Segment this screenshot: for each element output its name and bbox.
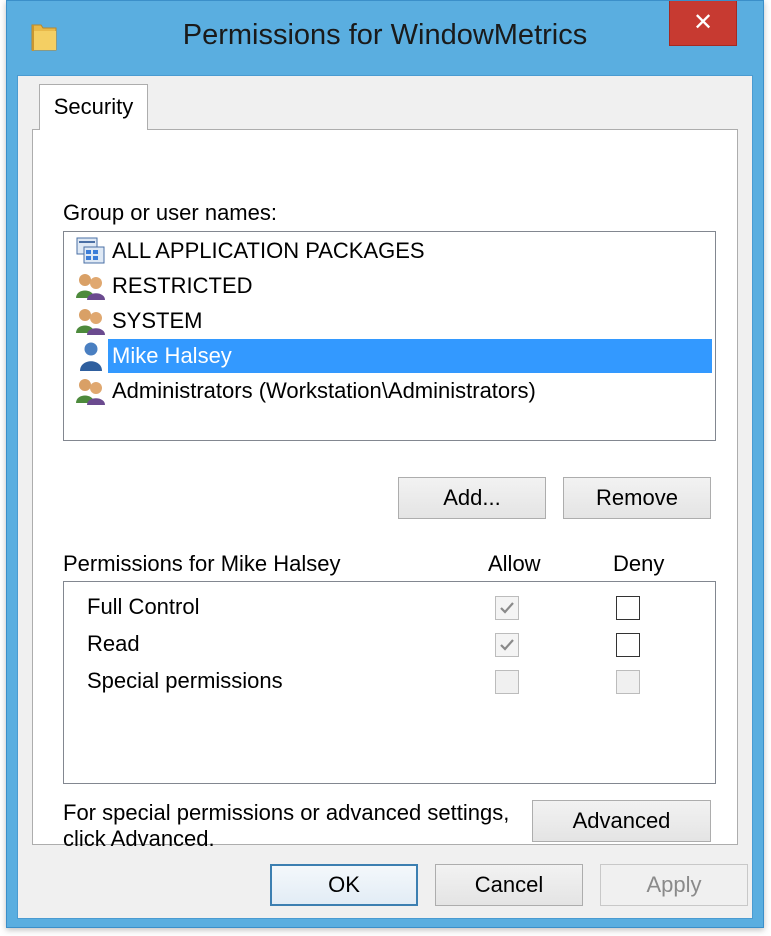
- title-bar[interactable]: Permissions for WindowMetrics ✕: [7, 1, 763, 75]
- remove-button[interactable]: Remove: [563, 477, 711, 519]
- list-item-label: Administrators (Workstation\Administrato…: [112, 378, 536, 403]
- cancel-button[interactable]: Cancel: [435, 864, 583, 906]
- table-row: Full Control: [64, 590, 715, 626]
- permissions-for-label: Permissions for Mike Halsey: [63, 551, 341, 576]
- user-icon: [74, 341, 108, 371]
- table-row: Read: [64, 627, 715, 663]
- dialog-client-area: Security Group or user names: ALL APPLIC…: [17, 75, 753, 919]
- list-item-selected[interactable]: Mike Halsey: [74, 339, 712, 373]
- add-button[interactable]: Add...: [398, 477, 546, 519]
- user-group-icon: [74, 271, 108, 301]
- advanced-button[interactable]: Advanced: [532, 800, 711, 842]
- read-allow-checkbox[interactable]: [495, 633, 519, 657]
- user-group-icon: [74, 306, 108, 336]
- permission-name: Special permissions: [87, 668, 283, 693]
- advanced-note: For special permissions or advanced sett…: [63, 800, 509, 852]
- read-deny-checkbox[interactable]: [616, 633, 640, 657]
- advanced-note-line2: click Advanced.: [63, 826, 215, 851]
- permissions-list: Full Control Read Special permissions: [63, 581, 716, 784]
- security-tab-panel: Group or user names: ALL APPLICATION PAC…: [32, 129, 738, 851]
- permissions-dialog: Permissions for WindowMetrics ✕ Security…: [6, 0, 764, 928]
- window-title: Permissions for WindowMetrics: [182, 19, 588, 51]
- close-button[interactable]: ✕: [669, 1, 737, 46]
- list-item-label: RESTRICTED: [112, 273, 253, 298]
- permission-name: Full Control: [87, 594, 200, 619]
- apply-button[interactable]: Apply: [600, 864, 748, 906]
- ok-button[interactable]: OK: [270, 864, 418, 906]
- deny-column-header: Deny: [613, 551, 665, 576]
- permission-name: Read: [87, 631, 140, 656]
- list-item-label: SYSTEM: [112, 308, 203, 333]
- advanced-note-line1: For special permissions or advanced sett…: [63, 800, 510, 825]
- table-row: Special permissions: [64, 664, 715, 700]
- list-item[interactable]: Administrators (Workstation\Administrato…: [74, 374, 712, 408]
- special-permissions-deny-checkbox[interactable]: [616, 670, 640, 694]
- user-group-icon: [74, 376, 108, 406]
- tab-security[interactable]: Security: [39, 84, 148, 130]
- allow-column-header: Allow: [488, 551, 541, 576]
- list-item[interactable]: RESTRICTED: [74, 269, 712, 303]
- app-packages-icon: [74, 236, 108, 266]
- special-permissions-allow-checkbox[interactable]: [495, 670, 519, 694]
- list-item-label: ALL APPLICATION PACKAGES: [112, 238, 425, 263]
- list-item[interactable]: ALL APPLICATION PACKAGES: [74, 234, 712, 268]
- full-control-allow-checkbox[interactable]: [495, 596, 519, 620]
- full-control-deny-checkbox[interactable]: [616, 596, 640, 620]
- group-user-names-label: Group or user names:: [63, 200, 277, 225]
- list-item-label: Mike Halsey: [108, 339, 712, 373]
- list-item[interactable]: SYSTEM: [74, 304, 712, 338]
- group-user-list[interactable]: ALL APPLICATION PACKAGES RESTRICTED SYST…: [63, 231, 716, 441]
